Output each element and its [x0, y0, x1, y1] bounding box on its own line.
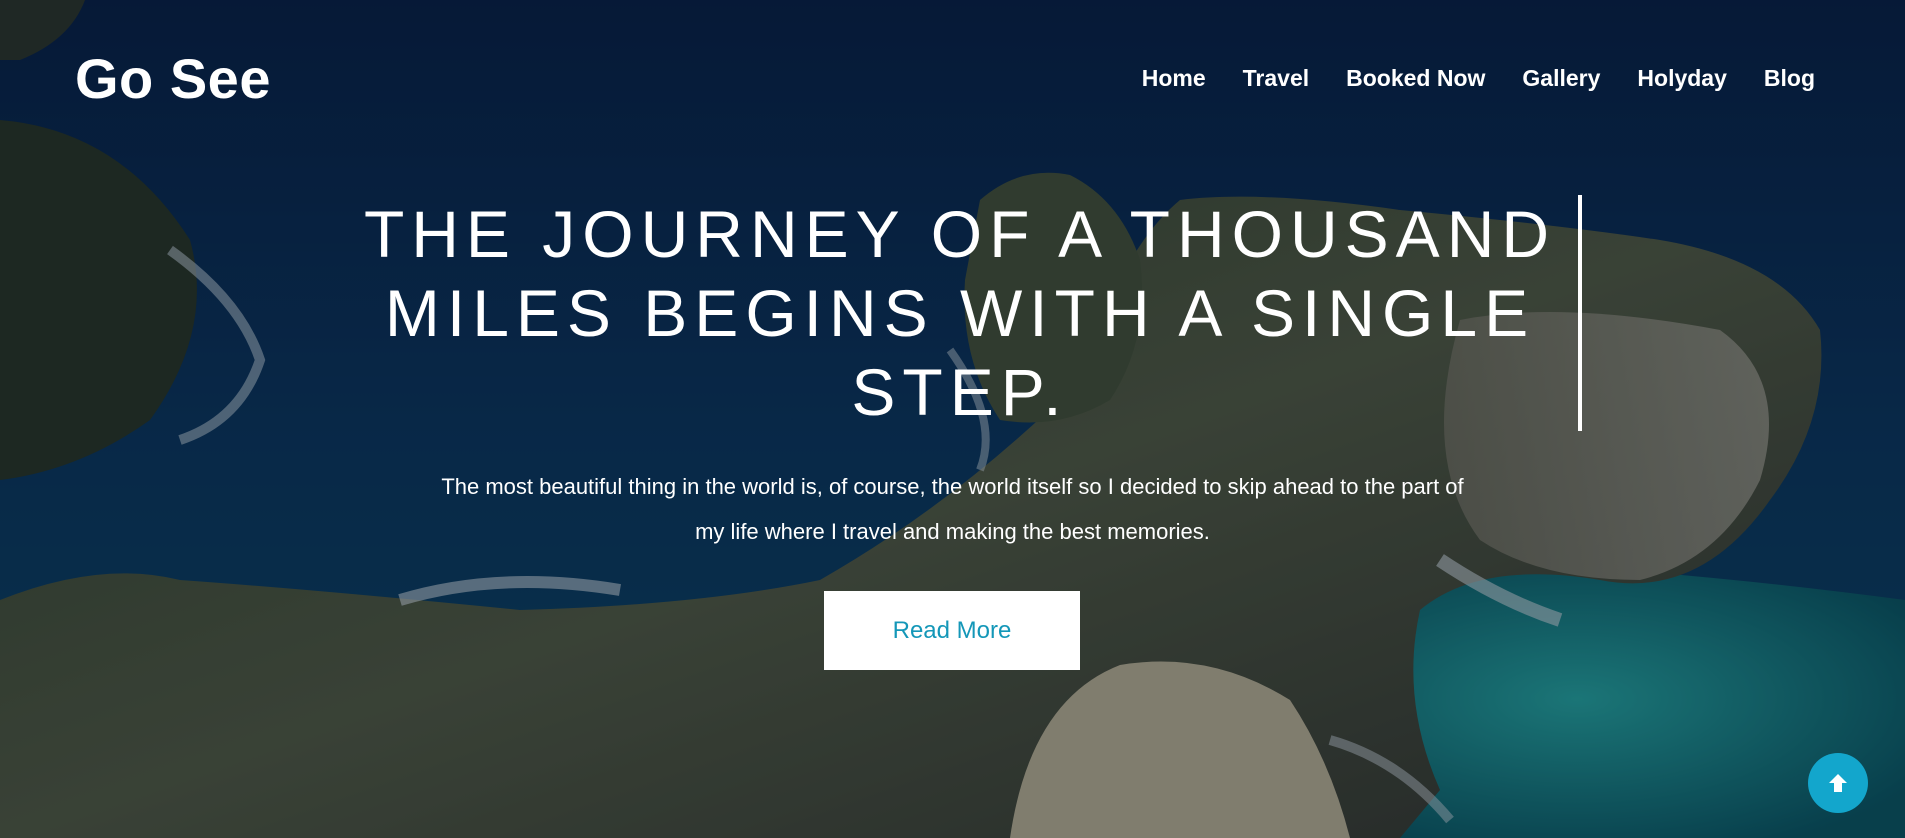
nav-item-holyday[interactable]: Holyday [1637, 62, 1726, 94]
headline-divider [1578, 195, 1582, 431]
hero-subtitle: The most beautiful thing in the world is… [441, 474, 1464, 544]
hero-section: Go See Home Travel Booked Now Gallery Ho… [0, 0, 1905, 838]
read-more-button[interactable]: Read More [824, 591, 1080, 670]
nav-item-gallery[interactable]: Gallery [1522, 62, 1600, 94]
hero-headline-wrap: THE JOURNEY OF A THOUSAND MILES BEGINS W… [340, 195, 1580, 432]
nav-item-booked-now[interactable]: Booked Now [1346, 62, 1485, 94]
top-navbar: Go See Home Travel Booked Now Gallery Ho… [0, 0, 1905, 155]
nav-item-home[interactable]: Home [1142, 62, 1206, 94]
scroll-to-top-button[interactable] [1808, 753, 1868, 813]
hero-headline: THE JOURNEY OF A THOUSAND MILES BEGINS W… [363, 197, 1557, 429]
main-nav: Home Travel Booked Now Gallery Holyday B… [1142, 62, 1815, 94]
nav-item-travel[interactable]: Travel [1243, 62, 1310, 94]
arrow-up-circle-icon [1829, 774, 1847, 792]
nav-item-blog[interactable]: Blog [1764, 62, 1815, 94]
site-logo[interactable]: Go See [75, 44, 271, 114]
